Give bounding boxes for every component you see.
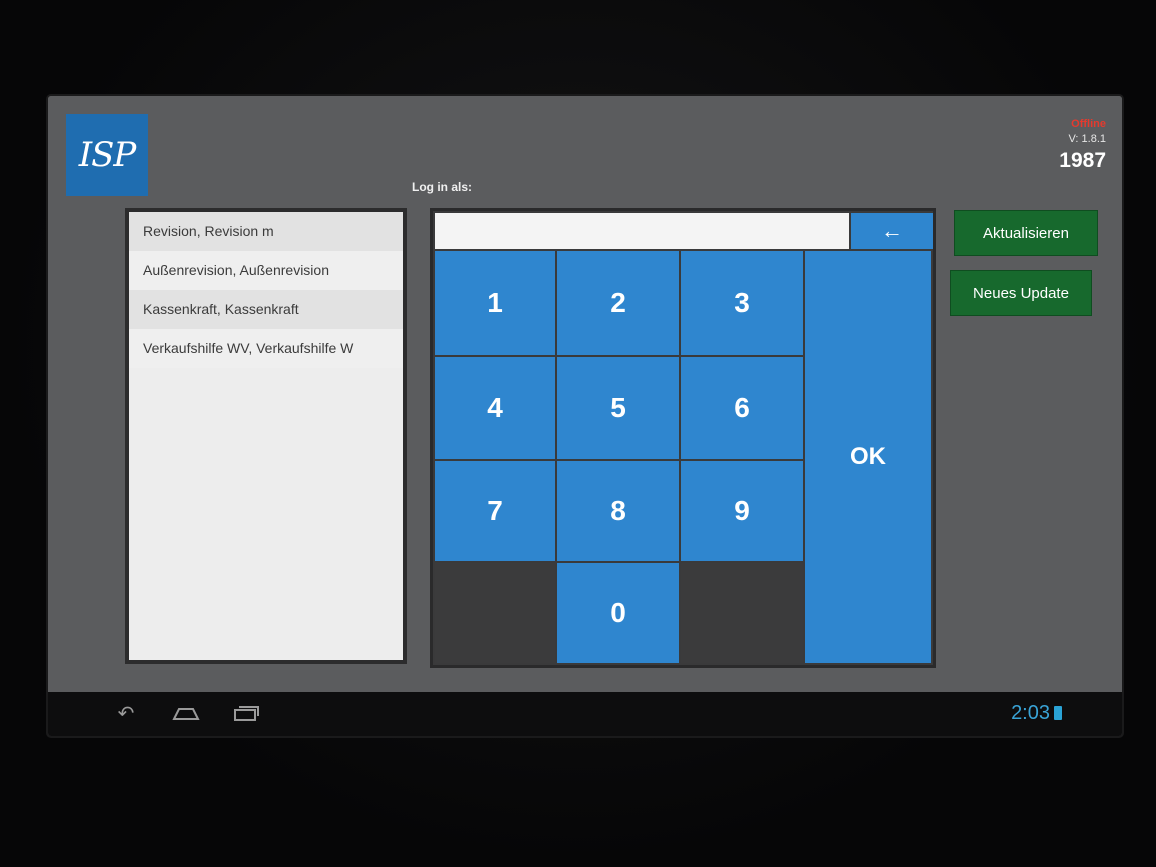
login-label: Log in als: [412,180,472,194]
home-icon[interactable] [168,700,204,726]
key-8[interactable]: 8 [557,461,679,561]
key-6[interactable]: 6 [681,357,803,459]
key-0[interactable]: 0 [557,563,679,663]
store-number: 1987 [1059,149,1106,172]
tablet-screen: ISP Offline V: 1.8.1 1987 Log in als: Re… [48,96,1122,736]
empty-key-left [435,563,555,663]
back-icon[interactable]: ↶ [108,700,144,726]
status-panel: Offline V: 1.8.1 1987 [1059,118,1106,173]
system-clock: 2:03 [1011,702,1050,724]
logo-text: ISP [78,135,137,175]
login-app: ISP Offline V: 1.8.1 1987 Log in als: Re… [48,96,1122,692]
key-1[interactable]: 1 [435,251,555,355]
arrow-left-icon: ← [881,218,903,243]
key-3[interactable]: 3 [681,251,803,355]
android-navbar: ↶ 2:03 [48,692,1122,736]
user-list: Revision, Revision m Außenrevision, Auße… [125,208,407,664]
recents-icon[interactable] [228,700,264,726]
user-list-item[interactable]: Kassenkraft, Kassenkraft [129,290,403,329]
ok-button[interactable]: OK [805,251,931,663]
key-9[interactable]: 9 [681,461,803,561]
empty-key-right [681,563,803,663]
key-2[interactable]: 2 [557,251,679,355]
isp-logo: ISP [66,114,148,196]
new-update-button[interactable]: Neues Update [950,270,1092,316]
user-list-item[interactable]: Verkaufshilfe WV, Verkaufshilfe W [129,329,403,368]
user-list-item[interactable]: Revision, Revision m [129,212,403,251]
backspace-button[interactable]: ← [851,213,933,249]
battery-icon [1054,706,1062,720]
user-list-item[interactable]: Außenrevision, Außenrevision [129,251,403,290]
key-4[interactable]: 4 [435,357,555,459]
key-7[interactable]: 7 [435,461,555,561]
pin-keypad: ← 1 2 3 4 5 6 7 8 9 0 OK [430,208,936,668]
offline-status: Offline [1071,118,1106,130]
refresh-button[interactable]: Aktualisieren [954,210,1098,256]
app-version: V: 1.8.1 [1068,133,1106,145]
key-5[interactable]: 5 [557,357,679,459]
pin-input[interactable] [435,213,849,249]
